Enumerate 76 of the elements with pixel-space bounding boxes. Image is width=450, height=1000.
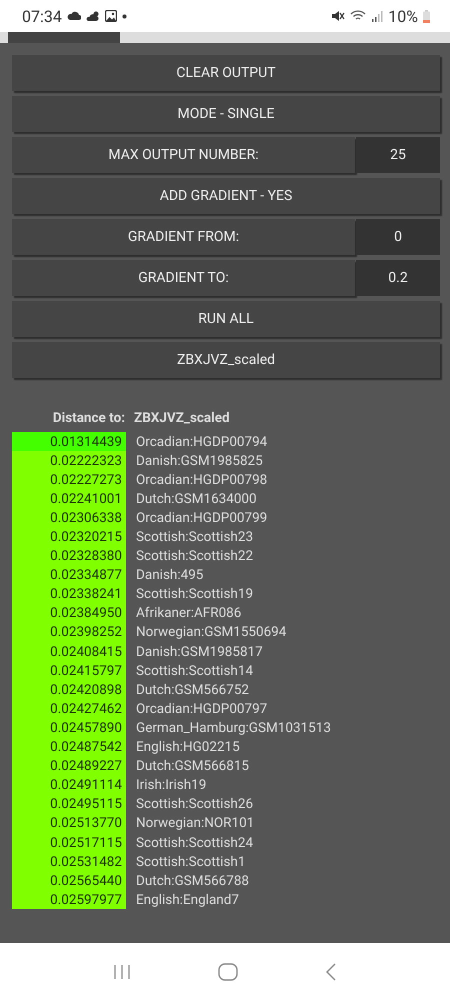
- field-label: GRADIENT FROM:: [12, 219, 355, 255]
- distance-cell: 0.02513770: [12, 814, 126, 833]
- distance-cell: 0.02306338: [12, 508, 126, 528]
- sample-name: Irish:Irish19: [136, 777, 206, 794]
- distance-cell: 0.02222323: [12, 451, 126, 470]
- clock: 07:34: [22, 6, 62, 26]
- distance-cell: 0.02328380: [12, 546, 126, 566]
- distance-cell: 0.02384950: [12, 604, 126, 623]
- sample-name: Dutch:GSM566752: [136, 682, 250, 698]
- sample-name: Orcadian:HGDP00797: [136, 700, 268, 717]
- number-field[interactable]: 0.2: [356, 260, 440, 296]
- distance-cell: 0.02408415: [12, 642, 126, 662]
- sample-name: English:England7: [136, 892, 239, 908]
- distance-cell: 0.02415797: [12, 661, 126, 680]
- battery-level: 10%: [388, 6, 418, 26]
- sample-name: Norwegian:GSM1550694: [136, 624, 286, 640]
- sample-name: Scottish:Scottish24: [136, 834, 254, 851]
- action-button[interactable]: CLEAR OUTPUT: [12, 55, 440, 91]
- action-button[interactable]: RUN ALL: [12, 301, 440, 337]
- back-icon[interactable]: [324, 962, 337, 980]
- sample-name: Orcadian:HGDP00798: [136, 472, 268, 488]
- distance-cell: 0.02427462: [12, 699, 126, 718]
- field-label: GRADIENT TO:: [12, 260, 355, 296]
- sample-name: Orcadian:HGDP00794: [136, 434, 268, 450]
- distance-cell: 0.02338241: [12, 584, 126, 604]
- cloud-icon: [66, 11, 81, 21]
- number-field[interactable]: 25: [356, 137, 440, 173]
- sample-name: Norwegian:NOR101: [136, 815, 254, 832]
- sample-name: Danish:GSM1985825: [136, 452, 263, 469]
- mute-icon: [331, 10, 346, 22]
- distance-cell: 0.02398252: [12, 622, 126, 642]
- distance-cell: 0.02565440: [12, 871, 126, 890]
- signal-icon: [371, 10, 384, 22]
- distance-cell: 0.02457890: [12, 718, 126, 738]
- sample-name: Scottish:Scottish1: [136, 854, 246, 870]
- action-button[interactable]: MODE - SINGLE: [12, 96, 440, 132]
- distance-cell: 0.02495115: [12, 794, 126, 814]
- image-icon: [104, 10, 117, 22]
- distance-cell: 0.02491114: [12, 776, 126, 795]
- sample-name: Scottish:Scottish14: [136, 662, 254, 679]
- sample-name: Scottish:Scottish19: [136, 586, 254, 602]
- distance-cell: 0.02597977: [12, 890, 126, 910]
- action-button[interactable]: ADD GRADIENT - YES: [12, 178, 440, 214]
- sample-name: Orcadian:HGDP00799: [136, 510, 268, 526]
- distance-cell: 0.02241001: [12, 489, 126, 508]
- sample-name: German_Hamburg:GSM1031513: [136, 720, 331, 736]
- distance-cell: 0.02487542: [12, 738, 126, 757]
- number-field[interactable]: 0: [356, 219, 440, 255]
- sample-name: Scottish:Scottish23: [136, 529, 254, 546]
- distance-cell: 0.02320215: [12, 527, 126, 547]
- distance-cell: 0.02531482: [12, 852, 126, 872]
- sample-name: Danish:495: [136, 567, 204, 584]
- distance-cell: 0.02334877: [12, 566, 126, 585]
- home-icon[interactable]: [218, 962, 238, 980]
- distance-cell: 0.02420898: [12, 680, 126, 700]
- sample-name: Danish:GSM1985817: [136, 644, 263, 660]
- distance-cell: 0.01314439: [12, 432, 126, 452]
- battery-icon: [423, 10, 430, 22]
- sample-name: Dutch:GSM566815: [136, 758, 250, 774]
- sample-name: Dutch:GSM566788: [136, 872, 250, 889]
- distance-cell: 0.02517115: [12, 832, 126, 852]
- sample-name: Scottish:Scottish22: [136, 548, 254, 564]
- recent-apps-icon[interactable]: [113, 964, 132, 980]
- sample-name: English:HG02215: [136, 739, 240, 756]
- weather-icon: [86, 10, 100, 22]
- field-label: MAX OUTPUT NUMBER:: [12, 137, 355, 173]
- distance-cell: 0.02227273: [12, 470, 126, 490]
- sample-name: Afrikaner:AFR086: [136, 605, 242, 622]
- column-header: Distance to:: [52, 410, 125, 426]
- dot-icon: [122, 14, 127, 18]
- wifi-icon: [350, 10, 366, 22]
- action-button[interactable]: ZBXJVZ_scaled: [12, 342, 440, 378]
- column-header: ZBXJVZ_scaled: [134, 410, 230, 426]
- sample-name: Dutch:GSM1634000: [136, 490, 257, 507]
- distance-cell: 0.02489227: [12, 756, 126, 776]
- sample-name: Scottish:Scottish26: [136, 796, 254, 812]
